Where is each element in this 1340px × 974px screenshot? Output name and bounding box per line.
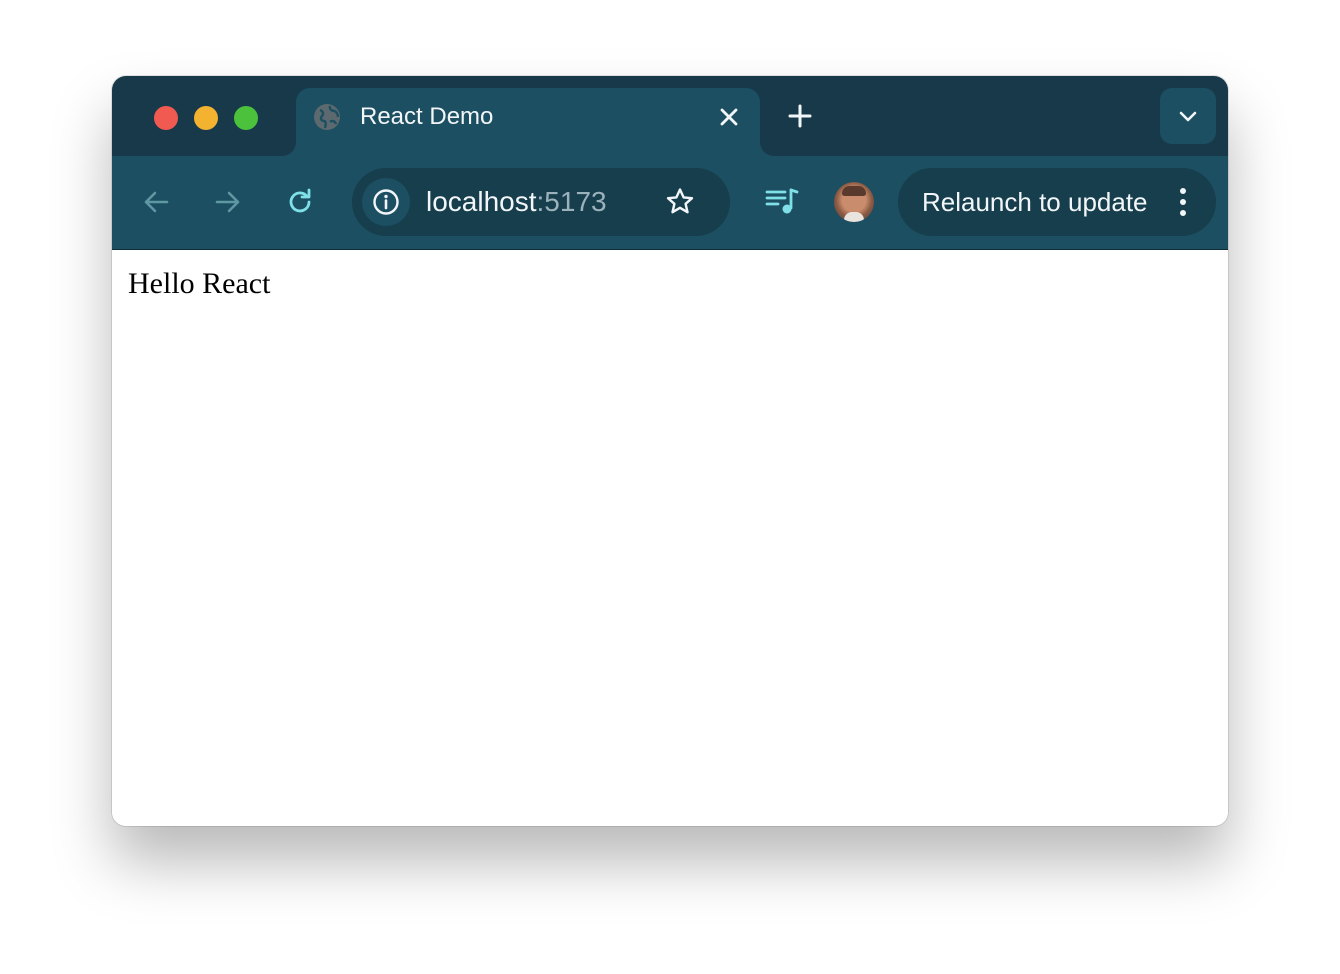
globe-icon — [314, 104, 340, 130]
tab-search-button[interactable] — [1160, 88, 1216, 144]
page-content: Hello React — [112, 250, 1228, 826]
arrow-left-icon[interactable] — [138, 184, 174, 220]
url-port: :5173 — [536, 186, 607, 217]
close-window-button[interactable] — [154, 106, 178, 130]
address-bar[interactable]: localhost:5173 — [352, 168, 730, 236]
browser-window: React Demo localhost:5173 Relaunch to up… — [112, 76, 1228, 826]
url-host: localhost — [426, 186, 537, 217]
info-icon — [373, 189, 399, 215]
media-queue-icon[interactable] — [764, 184, 800, 220]
arrow-right-icon[interactable] — [210, 184, 246, 220]
site-info-button[interactable] — [362, 178, 410, 226]
relaunch-label: Relaunch to update — [922, 187, 1148, 217]
page-text: Hello React — [128, 267, 271, 300]
relaunch-button[interactable]: Relaunch to update — [898, 168, 1216, 236]
minimize-window-button[interactable] — [194, 106, 218, 130]
url-text: localhost:5173 — [426, 187, 607, 217]
tab-react-demo[interactable]: React Demo — [296, 88, 760, 156]
reload-icon[interactable] — [282, 184, 318, 220]
close-icon[interactable] — [716, 104, 742, 130]
star-icon[interactable] — [664, 186, 696, 218]
profile-avatar[interactable] — [834, 182, 874, 222]
kebab-menu-icon[interactable] — [1172, 186, 1194, 218]
toolbar: localhost:5173 Relaunch to update — [112, 156, 1228, 250]
maximize-window-button[interactable] — [234, 106, 258, 130]
tab-strip: React Demo — [112, 76, 1228, 156]
chevron-down-icon — [1179, 111, 1197, 122]
plus-icon[interactable] — [784, 100, 816, 132]
tab-title: React Demo — [360, 103, 494, 130]
